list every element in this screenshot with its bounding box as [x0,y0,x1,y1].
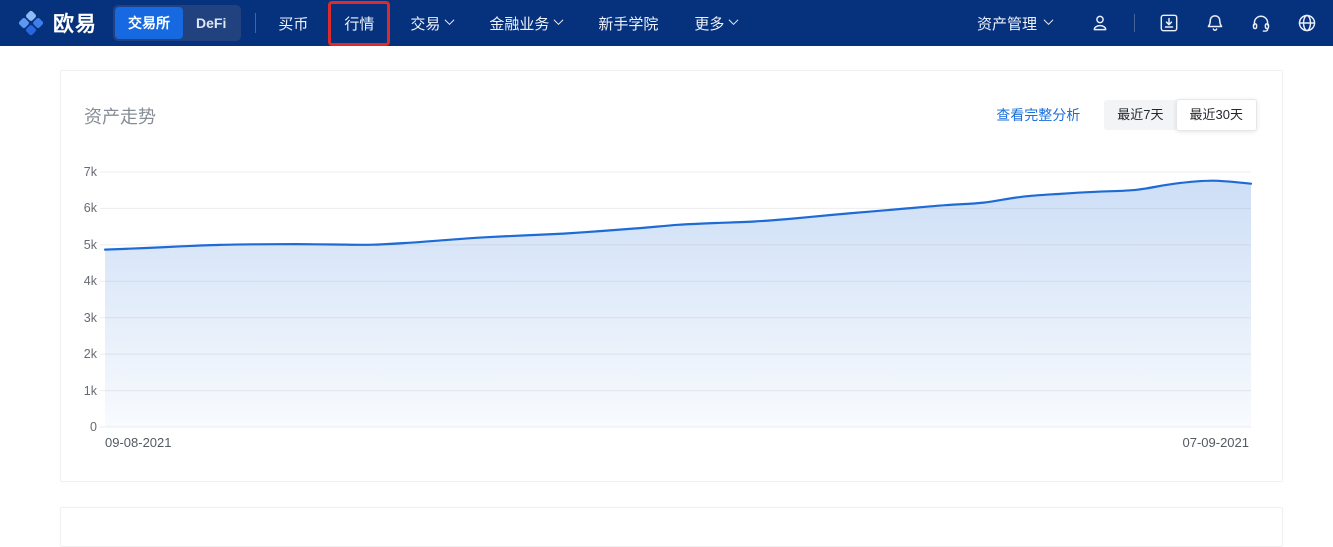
chevron-down-icon [445,15,455,25]
y-axis-tick-label: 0 [61,419,97,435]
chevron-down-icon [1044,15,1054,25]
asset-trend-card: 资产走势 查看完整分析 最近7天 最近30天 7k6k5k4k3k2k1k0 0… [60,70,1283,482]
y-axis-tick-label: 5k [61,237,97,253]
asset-management-menu[interactable]: 资产管理 [977,13,1052,34]
nav-item-buy[interactable]: 买币 [278,9,308,38]
nav-divider [255,13,256,33]
top-navbar: 欧易 交易所 DeFi 买币 行情 交易 金融业务 新手学院 [0,0,1333,46]
y-axis-tick-label: 2k [61,346,97,362]
exchange-defi-toggle: 交易所 DeFi [113,5,241,41]
y-axis-tick-label: 1k [61,383,97,399]
y-axis-tick-label: 3k [61,310,97,326]
nav-item-markets[interactable]: 行情 [344,9,374,38]
nav-item-academy[interactable]: 新手学院 [598,9,658,38]
toggle-defi[interactable]: DeFi [183,9,239,37]
y-axis-tick-label: 7k [61,164,97,180]
bell-icon[interactable] [1203,11,1227,35]
x-axis-start-label: 09-08-2021 [105,435,172,450]
x-axis-end-label: 07-09-2021 [1183,435,1250,450]
user-icon[interactable] [1088,11,1112,35]
brand-name: 欧易 [53,8,97,38]
nav-links: 买币 行情 交易 金融业务 新手学院 更多 [278,9,737,38]
nav-item-more[interactable]: 更多 [694,9,737,38]
nav-item-finance[interactable]: 金融业务 [489,9,562,38]
chevron-down-icon [729,15,739,25]
okx-logo-icon [16,8,46,38]
next-section-card [60,507,1283,547]
toggle-exchange[interactable]: 交易所 [115,7,183,39]
download-icon[interactable] [1157,11,1181,35]
y-axis-tick-label: 4k [61,273,97,289]
y-axis-tick-label: 6k [61,200,97,216]
nav-item-trade[interactable]: 交易 [410,9,453,38]
brand-logo[interactable]: 欧易 [16,8,97,38]
headset-icon[interactable] [1249,11,1273,35]
nav-divider [1134,14,1135,32]
asset-trend-chart: 7k 6k 5k 4k 3k 2k 1k 0 09-08-2021 07-09-2021 [61,71,1282,481]
globe-icon[interactable] [1295,11,1319,35]
chevron-down-icon [554,15,564,25]
asset-trend-svg [100,167,1252,431]
